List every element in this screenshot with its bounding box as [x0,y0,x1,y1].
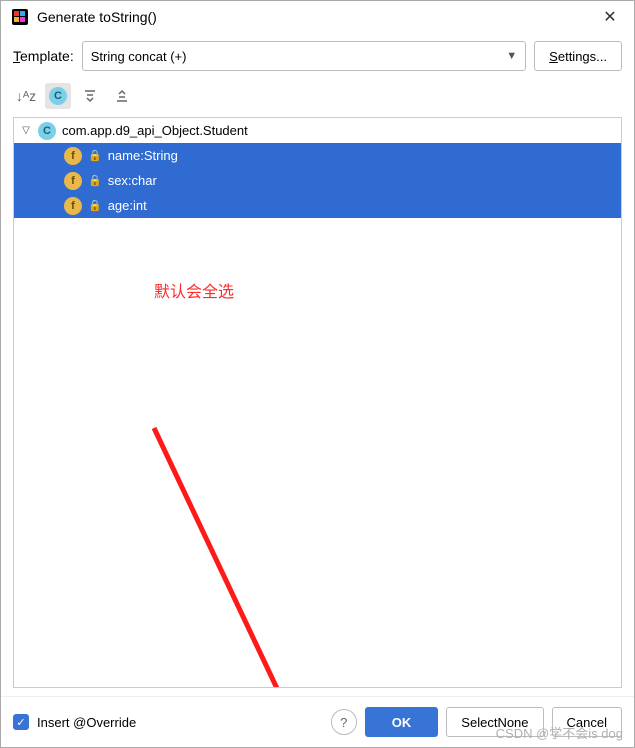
field-badge-icon: f [64,147,82,165]
field-label: name:String [108,148,178,163]
help-icon[interactable]: ? [331,709,357,735]
tree-field-row[interactable]: f 🔒 sex:char [14,168,621,193]
toolbar: ↓ᴬz C [1,79,634,113]
settings-button[interactable]: Settings... [534,41,622,71]
tree-class-row[interactable]: ▽ C com.app.d9_api_Object.Student [14,118,621,143]
class-name: com.app.d9_api_Object.Student [62,123,248,138]
template-select[interactable]: String concat (+) ▼ [82,41,526,71]
annotation-text: 默认会全选 [154,278,234,302]
lock-icon: 🔒 [88,174,102,187]
template-value: String concat (+) [91,49,187,64]
annotation-arrow-icon [114,418,374,688]
lock-icon: 🔒 [88,149,102,162]
tree-field-row[interactable]: f 🔒 name:String [14,143,621,168]
chevron-down-icon: ▼ [506,50,517,62]
tree-field-row[interactable]: f 🔒 age:int [14,193,621,218]
template-row: Template: String concat (+) ▼ Settings..… [1,33,634,79]
app-icon [11,8,29,26]
override-checkbox[interactable]: ✓ [13,714,29,730]
override-label: Insert @Override [37,715,136,730]
field-badge-icon: f [64,197,82,215]
field-label: age:int [108,198,147,213]
sort-alpha-icon[interactable]: ↓ᴬz [13,83,39,109]
template-label: Template: [13,48,74,64]
field-label: sex:char [108,173,157,188]
dialog: Generate toString() ✕ Template: String c… [0,0,635,748]
close-icon[interactable]: ✕ [596,7,624,27]
titlebar: Generate toString() ✕ [1,1,634,33]
tree[interactable]: ▽ C com.app.d9_api_Object.Student f 🔒 na… [13,117,622,688]
show-class-icon[interactable]: C [45,83,71,109]
lock-icon: 🔒 [88,199,102,212]
class-badge-icon: C [38,122,56,140]
dialog-title: Generate toString() [37,9,596,25]
watermark: CSDN @学不会is dog [496,723,623,742]
collapse-all-icon[interactable] [109,83,135,109]
expand-all-icon[interactable] [77,83,103,109]
ok-button[interactable]: OK [365,707,439,737]
caret-down-icon[interactable]: ▽ [20,125,32,136]
field-badge-icon: f [64,172,82,190]
